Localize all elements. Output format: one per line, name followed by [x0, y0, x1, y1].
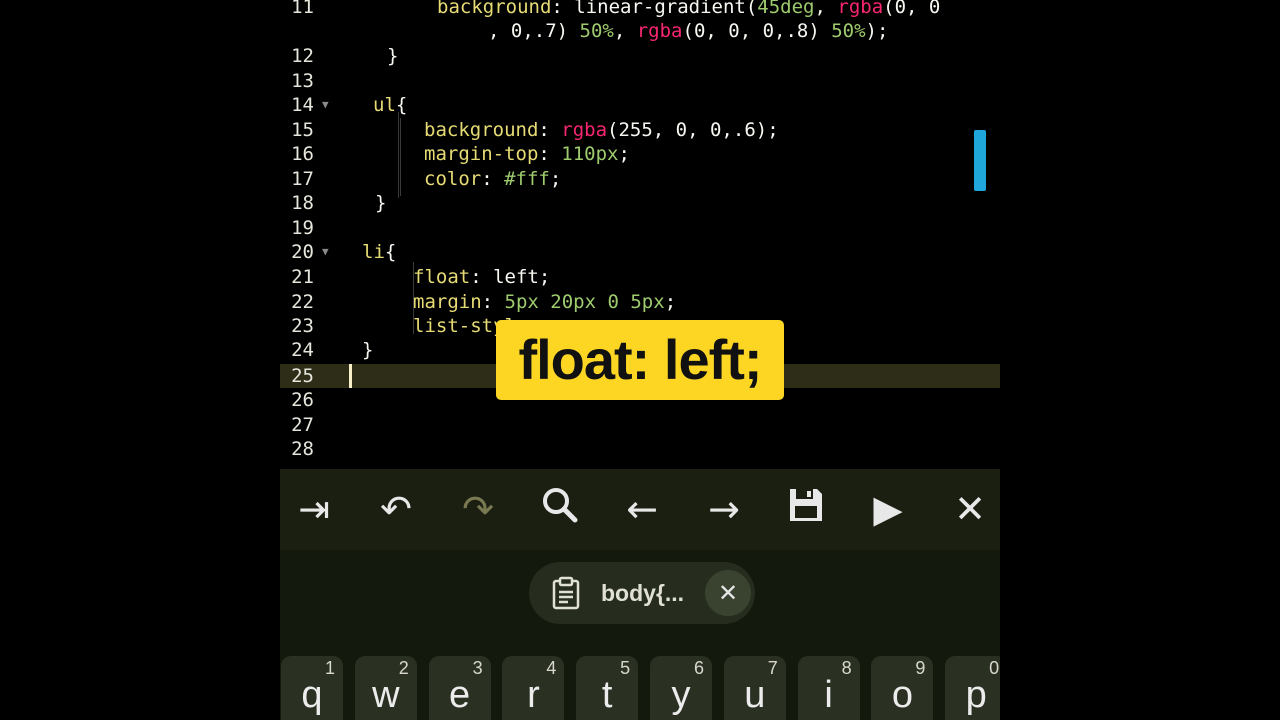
line-number: 25 — [291, 365, 314, 387]
key-label: u — [744, 674, 766, 716]
indent-button[interactable]: ⇥ — [282, 483, 346, 535]
arrow-left-icon: ← — [626, 487, 658, 531]
key-u[interactable]: 7u — [723, 656, 786, 720]
code-line: 22 margin: 5px 20px 0 5px; — [280, 290, 1000, 314]
key-label: w — [372, 674, 400, 716]
key-p[interactable]: 0p — [945, 656, 1000, 720]
code-line: 14 ▼ ul{ — [280, 93, 1000, 117]
code-text: li{ — [362, 241, 397, 263]
code-line: 27 — [280, 413, 1000, 437]
indent-guide — [398, 112, 399, 198]
code-line: 19 — [280, 216, 1000, 240]
clipboard-text: body{... — [601, 580, 685, 606]
indent-guide — [400, 118, 401, 196]
key-y[interactable]: 6y — [650, 656, 712, 720]
code-line: 21 float: left; — [280, 265, 1000, 289]
redo-button[interactable]: ↷ — [446, 483, 510, 535]
code-text: float: left; — [413, 266, 551, 288]
line-number: 18 — [291, 192, 314, 214]
key-r[interactable]: 4r — [502, 656, 565, 720]
code-line: 13 — [280, 69, 1000, 93]
fold-arrow-icon[interactable]: ▼ — [322, 240, 329, 264]
indent-guide — [413, 262, 414, 334]
code-text: margin: 5px 20px 0 5px; — [413, 291, 677, 313]
code-text: } — [375, 192, 387, 214]
search-button[interactable] — [528, 483, 592, 535]
line-number: 22 — [291, 291, 314, 313]
tab-icon: ⇥ — [298, 487, 330, 531]
line-number: 24 — [291, 339, 314, 361]
clipboard-icon — [552, 576, 580, 610]
close-icon: ✕ — [954, 487, 986, 531]
key-o[interactable]: 9o — [871, 656, 934, 720]
code-line: 18} — [280, 191, 1000, 215]
key-label: y — [671, 674, 691, 716]
key-label: i — [824, 674, 833, 716]
line-number: 15 — [291, 119, 314, 141]
code-text: } — [362, 339, 374, 361]
code-text: margin-top: 110px; — [424, 143, 630, 165]
code-line: 15 background: rgba(255, 0, 0,.6); — [280, 118, 1000, 142]
save-button[interactable] — [774, 483, 838, 535]
code-text: ul{ — [373, 94, 408, 116]
redo-icon: ↷ — [462, 487, 494, 531]
search-icon — [540, 485, 580, 534]
save-icon — [787, 486, 825, 533]
line-number: 21 — [291, 266, 314, 288]
run-button[interactable]: ▶ — [856, 483, 920, 535]
code-text: background: rgba(255, 0, 0,.6); — [424, 119, 779, 141]
line-number: 27 — [291, 414, 314, 436]
line-number: 13 — [291, 70, 314, 92]
fold-arrow-icon[interactable]: ▼ — [322, 93, 329, 117]
key-t[interactable]: 5t — [576, 656, 639, 720]
line-number: 23 — [291, 315, 314, 337]
undo-icon: ↶ — [380, 487, 412, 531]
text-cursor — [349, 364, 352, 388]
line-number: 16 — [291, 143, 314, 165]
code-text: } — [387, 45, 399, 67]
code-text: color: #fff; — [424, 168, 562, 190]
arrow-right-icon: → — [708, 487, 740, 531]
code-line: 16 margin-top: 110px; — [280, 142, 1000, 166]
cursor-left-button[interactable]: ← — [610, 483, 674, 535]
key-label: o — [891, 674, 913, 716]
code-text: background: linear-gradient(45deg, rgba(… — [437, 0, 941, 18]
close-icon[interactable]: ✕ — [705, 570, 751, 616]
key-i[interactable]: 8i — [797, 656, 860, 720]
close-button[interactable]: ✕ — [938, 483, 1000, 535]
key-label: r — [527, 674, 540, 716]
scrollbar-thumb[interactable] — [974, 130, 986, 191]
undo-button[interactable]: ↶ — [364, 483, 428, 535]
key-e[interactable]: 3e — [428, 656, 491, 720]
key-label: q — [301, 674, 323, 716]
code-line: , 0,.7) 50%, rgba(0, 0, 0,.8) 50%); — [280, 19, 1000, 43]
line-number: 11 — [291, 0, 314, 18]
code-line: 11 background: linear-gradient(45deg, rgb… — [280, 0, 1000, 19]
code-text: , 0,.7) 50%, rgba(0, 0, 0,.8) 50%); — [488, 20, 889, 42]
editor-toolbar: ⇥ ↶ ↷ ← → ▶ ✕ — [280, 469, 1000, 550]
key-w[interactable]: 2w — [354, 656, 417, 720]
code-line: 17 color: #fff; — [280, 167, 1000, 191]
clipboard-suggestion-chip[interactable]: body{... ✕ — [529, 562, 755, 624]
line-number: 14 — [291, 94, 314, 116]
line-number: 28 — [291, 438, 314, 460]
cursor-right-button[interactable]: → — [692, 483, 756, 535]
line-number: 19 — [291, 217, 314, 239]
play-icon: ▶ — [873, 487, 903, 531]
code-line: 28 — [280, 437, 1000, 461]
soft-keyboard: body{... ✕ 1q2w3e4r5t6y7u8i9o0p — [280, 550, 1000, 720]
key-label: t — [601, 674, 613, 716]
line-number: 12 — [291, 45, 314, 67]
video-caption: float: left; — [496, 320, 784, 400]
line-number: 17 — [291, 168, 314, 190]
line-number: 20 — [291, 241, 314, 263]
key-q[interactable]: 1q — [281, 656, 343, 720]
code-line: 20 ▼ li{ — [280, 240, 1000, 264]
key-label: e — [449, 674, 471, 716]
key-label: p — [965, 674, 987, 716]
line-number: 26 — [291, 389, 314, 411]
code-line: 12} — [280, 44, 1000, 68]
